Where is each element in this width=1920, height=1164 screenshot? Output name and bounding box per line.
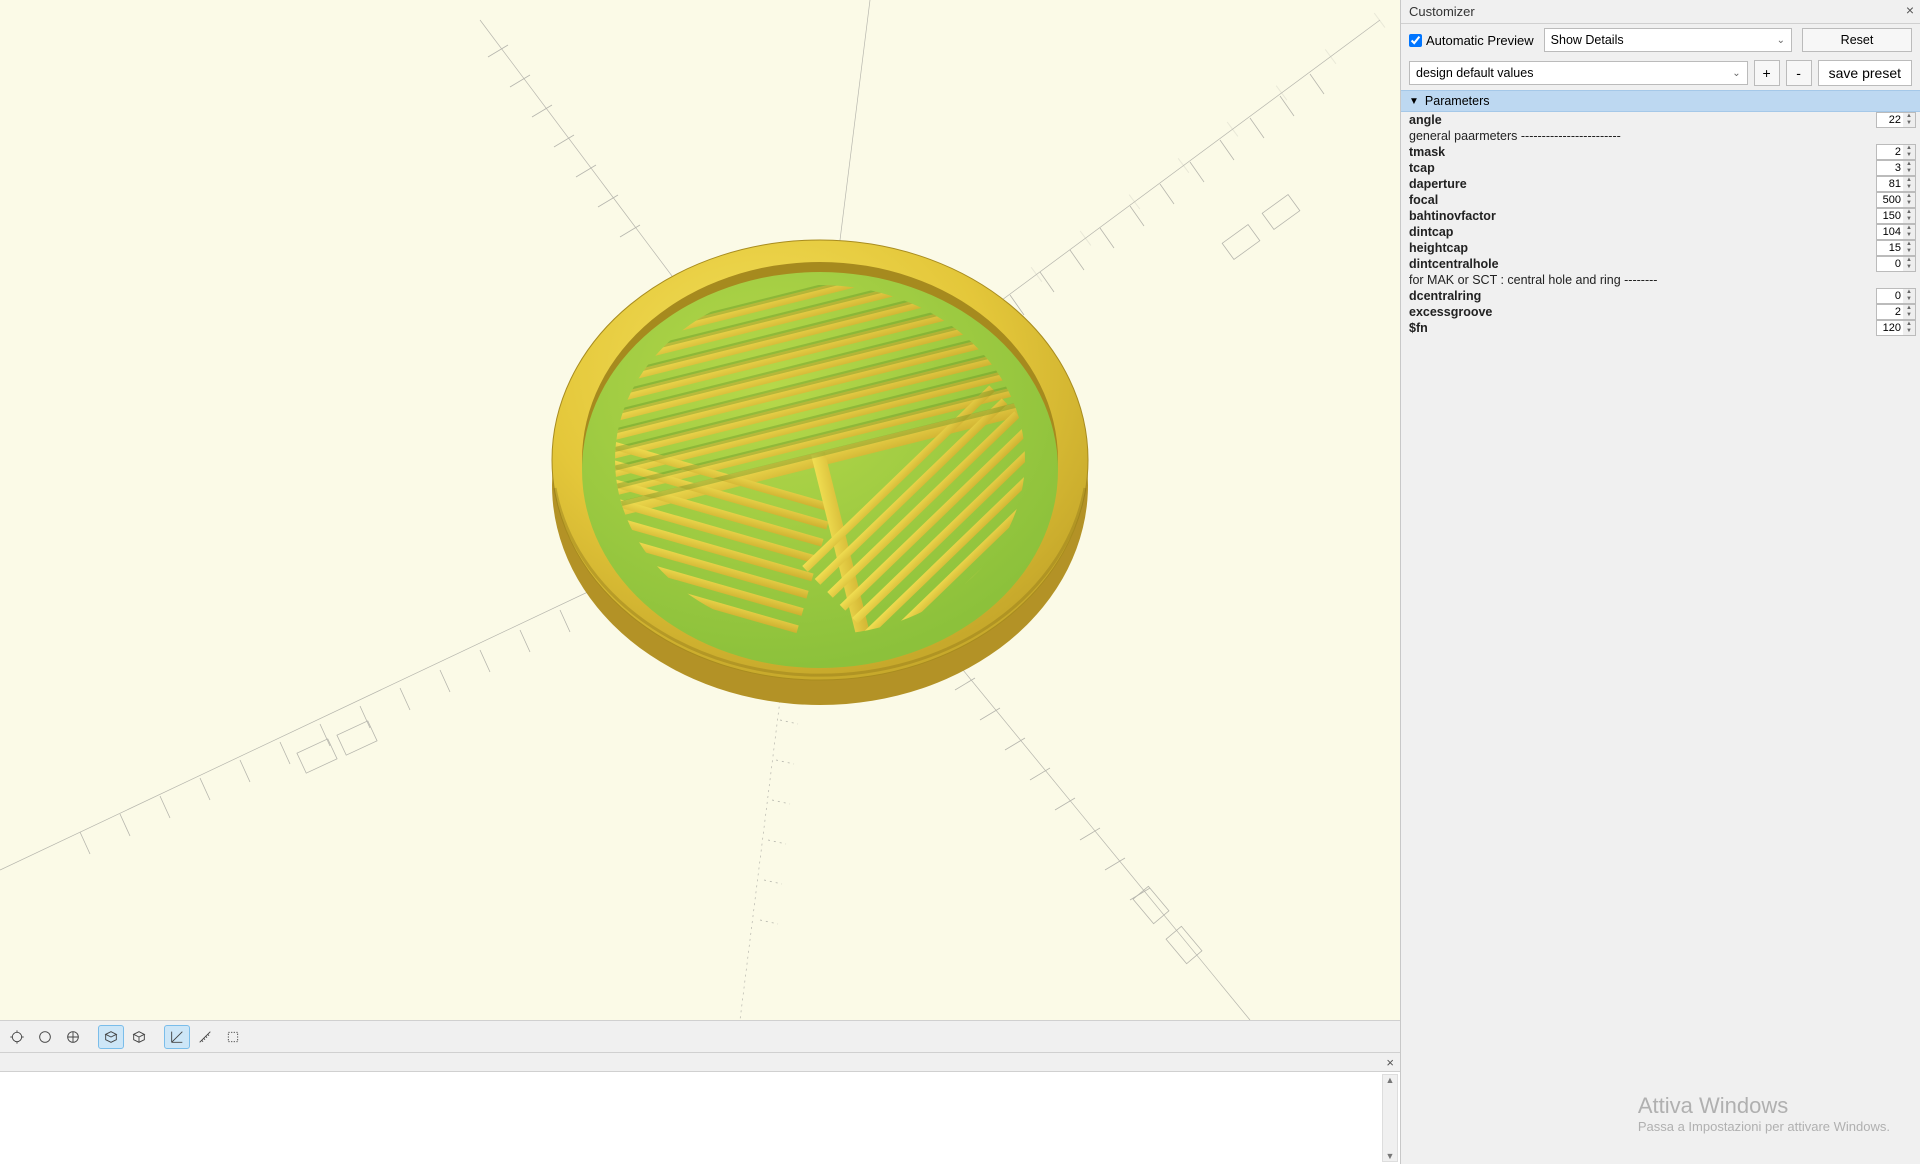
- param-label: $fn: [1409, 321, 1428, 335]
- show-axes-icon[interactable]: [164, 1025, 190, 1049]
- spinner-down-icon[interactable]: ▼: [1903, 168, 1915, 175]
- customizer-panel: Customizer × Automatic Preview Show Deta…: [1400, 0, 1920, 1164]
- param-row-focal: focal ▲▼: [1401, 192, 1920, 208]
- show-scalemarker-icon[interactable]: [192, 1025, 218, 1049]
- param-row-heightcap: heightcap ▲▼: [1401, 240, 1920, 256]
- spinner-up-icon[interactable]: ▲: [1903, 321, 1915, 328]
- view-reset-icon[interactable]: [4, 1025, 30, 1049]
- param-label: for MAK or SCT : central hole and ring -…: [1409, 273, 1657, 287]
- spinner-up-icon[interactable]: ▲: [1903, 113, 1915, 120]
- spinner-down-icon[interactable]: ▼: [1903, 184, 1915, 191]
- spinner-down-icon[interactable]: ▼: [1903, 120, 1915, 127]
- spinner-down-icon[interactable]: ▼: [1903, 264, 1915, 271]
- spinner-down-icon[interactable]: ▼: [1903, 200, 1915, 207]
- param-row-dcentralring: dcentralring ▲▼: [1401, 288, 1920, 304]
- parameters-list: angle▲▼general paarmeters --------------…: [1401, 112, 1920, 336]
- spinner-up-icon[interactable]: ▲: [1903, 241, 1915, 248]
- param-label: angle: [1409, 113, 1442, 127]
- param-label: excessgroove: [1409, 305, 1492, 319]
- spinner-up-icon[interactable]: ▲: [1903, 145, 1915, 152]
- param-label: dcentralring: [1409, 289, 1481, 303]
- param-label: focal: [1409, 193, 1438, 207]
- spinner-down-icon[interactable]: ▼: [1903, 328, 1915, 335]
- param-row-general-paarmeters-: general paarmeters ---------------------…: [1401, 128, 1920, 144]
- triangle-down-icon: ▼: [1409, 96, 1419, 107]
- console-header: ×: [0, 1052, 1400, 1072]
- automatic-preview-label: Automatic Preview: [1426, 33, 1534, 48]
- param-row-dintcap: dintcap ▲▼: [1401, 224, 1920, 240]
- view-ortho-icon[interactable]: [60, 1025, 86, 1049]
- chevron-down-icon: ⌄: [1777, 35, 1785, 46]
- console-scrollbar[interactable]: ▲▼: [1382, 1074, 1398, 1162]
- 3d-viewport[interactable]: [0, 0, 1400, 1020]
- spinner-down-icon[interactable]: ▼: [1903, 152, 1915, 159]
- console-output: ▲▼: [0, 1072, 1400, 1164]
- preset-dropdown-value: design default values: [1416, 66, 1533, 80]
- spinner-down-icon[interactable]: ▼: [1903, 232, 1915, 239]
- spinner-down-icon[interactable]: ▼: [1903, 296, 1915, 303]
- param-row-excessgroove: excessgroove ▲▼: [1401, 304, 1920, 320]
- details-dropdown[interactable]: Show Details ⌄: [1544, 28, 1792, 52]
- add-preset-button[interactable]: +: [1754, 60, 1780, 86]
- spinner-up-icon[interactable]: ▲: [1903, 177, 1915, 184]
- customizer-title-bar: Customizer ×: [1401, 0, 1920, 24]
- windows-activation-watermark: Attiva Windows Passa a Impostazioni per …: [1638, 1093, 1890, 1134]
- parameters-header-label: Parameters: [1425, 94, 1490, 108]
- param-label: dintcap: [1409, 225, 1453, 239]
- spinner-up-icon[interactable]: ▲: [1903, 257, 1915, 264]
- view-all-icon[interactable]: [32, 1025, 58, 1049]
- spinner-down-icon[interactable]: ▼: [1903, 248, 1915, 255]
- param-row-angle: angle ▲▼: [1401, 112, 1920, 128]
- param-label: tcap: [1409, 161, 1435, 175]
- param-label: dintcentralhole: [1409, 257, 1499, 271]
- param-label: general paarmeters ---------------------…: [1409, 129, 1621, 143]
- automatic-preview-checkbox[interactable]: Automatic Preview: [1409, 33, 1534, 48]
- chevron-down-icon: ⌄: [1732, 68, 1740, 79]
- remove-preset-button[interactable]: -: [1786, 60, 1812, 86]
- param-row-tcap: tcap ▲▼: [1401, 160, 1920, 176]
- close-icon[interactable]: ×: [1906, 2, 1914, 18]
- view-surfaces-icon[interactable]: [126, 1025, 152, 1049]
- details-dropdown-value: Show Details: [1551, 33, 1624, 47]
- param-row-for-mak-or-sct-central-hole-and-ring-: for MAK or SCT : central hole and ring -…: [1401, 272, 1920, 288]
- view-persp-icon[interactable]: [98, 1025, 124, 1049]
- spinner-up-icon[interactable]: ▲: [1903, 305, 1915, 312]
- spinner-up-icon[interactable]: ▲: [1903, 193, 1915, 200]
- watermark-title: Attiva Windows: [1638, 1093, 1890, 1119]
- spinner-down-icon[interactable]: ▼: [1903, 216, 1915, 223]
- spinner-up-icon[interactable]: ▲: [1903, 225, 1915, 232]
- console-close-icon[interactable]: ×: [1386, 1055, 1394, 1070]
- param-label: bahtinovfactor: [1409, 209, 1496, 223]
- param-label: heightcap: [1409, 241, 1468, 255]
- watermark-subtitle: Passa a Impostazioni per attivare Window…: [1638, 1119, 1890, 1134]
- preset-dropdown[interactable]: design default values ⌄: [1409, 61, 1748, 85]
- spinner-up-icon[interactable]: ▲: [1903, 161, 1915, 168]
- param-row--fn: $fn ▲▼: [1401, 320, 1920, 336]
- param-row-daperture: daperture ▲▼: [1401, 176, 1920, 192]
- param-label: tmask: [1409, 145, 1445, 159]
- customizer-title: Customizer: [1409, 4, 1475, 19]
- parameters-section-header[interactable]: ▼ Parameters: [1401, 90, 1920, 112]
- view-toolbar: [0, 1020, 1400, 1052]
- param-row-dintcentralhole: dintcentralhole ▲▼: [1401, 256, 1920, 272]
- param-label: daperture: [1409, 177, 1467, 191]
- spinner-up-icon[interactable]: ▲: [1903, 209, 1915, 216]
- show-crosshairs-icon[interactable]: [220, 1025, 246, 1049]
- spinner-up-icon[interactable]: ▲: [1903, 289, 1915, 296]
- param-row-bahtinovfactor: bahtinovfactor ▲▼: [1401, 208, 1920, 224]
- save-preset-button[interactable]: save preset: [1818, 60, 1912, 86]
- spinner-down-icon[interactable]: ▼: [1903, 312, 1915, 319]
- reset-button[interactable]: Reset: [1802, 28, 1912, 52]
- automatic-preview-input[interactable]: [1409, 34, 1422, 47]
- param-row-tmask: tmask ▲▼: [1401, 144, 1920, 160]
